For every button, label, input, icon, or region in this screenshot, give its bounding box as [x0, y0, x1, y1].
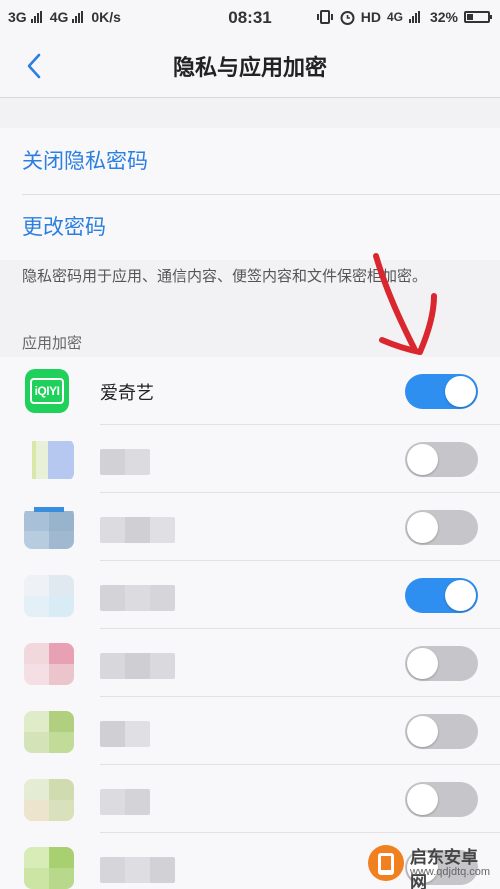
blurred-app-icon	[24, 507, 74, 549]
app-lock-toggle[interactable]	[405, 374, 478, 409]
blurred-app-icon	[32, 441, 74, 479]
blurred-app-name	[100, 721, 150, 747]
app-list: iQIYI 爱奇艺	[0, 357, 500, 889]
nav-bar: 隐私与应用加密	[0, 34, 500, 98]
watermark: 启东安卓网 www.qdjdtq.com	[366, 841, 494, 889]
list-item	[0, 425, 500, 493]
list-item	[0, 765, 500, 833]
hd-label: HD	[360, 9, 381, 25]
app-encryption-header: 应用加密	[22, 334, 83, 352]
signal-icon	[408, 11, 420, 23]
app-name: 爱奇艺	[100, 383, 154, 404]
list-item: iQIYI 爱奇艺	[0, 357, 500, 425]
battery-icon	[464, 11, 492, 23]
section-gap	[0, 98, 500, 128]
toggle-knob	[407, 784, 438, 815]
app-lock-toggle[interactable]	[405, 646, 478, 681]
blurred-app-name	[100, 789, 150, 815]
close-privacy-password-item[interactable]: 关闭隐私密码	[0, 128, 500, 194]
iqiyi-icon: iQIYI	[25, 369, 69, 413]
app-lock-toggle[interactable]	[405, 714, 478, 749]
password-description: 隐私密码用于应用、通信内容、便签内容和文件保密柜加密。	[22, 267, 428, 285]
list-item	[0, 561, 500, 629]
toggle-knob	[407, 512, 438, 543]
blurred-app-icon	[24, 575, 74, 617]
app-lock-toggle[interactable]	[405, 782, 478, 817]
vibrate-icon	[316, 10, 333, 24]
status-bar: 3G 4G 0K/s 08:31 HD 4G 32%	[0, 0, 500, 34]
page-title: 隐私与应用加密	[172, 56, 327, 81]
toggle-knob	[407, 648, 438, 679]
blurred-app-name	[100, 653, 175, 679]
blurred-app-name	[100, 857, 175, 883]
list-item	[0, 493, 500, 561]
blurred-app-name	[100, 449, 150, 475]
change-password-item[interactable]: 更改密码	[0, 194, 500, 260]
toggle-knob	[445, 376, 476, 407]
network-type: 4G	[386, 10, 403, 24]
watermark-url: www.qdjdtq.com	[410, 866, 491, 878]
blurred-app-icon	[24, 779, 74, 821]
watermark-logo-icon	[368, 845, 404, 881]
list-item	[0, 697, 500, 765]
battery-percent: 32%	[429, 9, 458, 25]
status-right: HD 4G 32%	[316, 9, 492, 25]
password-settings: 关闭隐私密码 更改密码	[0, 128, 500, 260]
blurred-app-name	[100, 517, 175, 543]
blurred-app-icon	[24, 643, 74, 685]
app-lock-toggle[interactable]	[405, 442, 478, 477]
alarm-icon	[340, 10, 355, 25]
list-item	[0, 629, 500, 697]
blurred-app-name	[100, 585, 175, 611]
blurred-app-icon	[24, 711, 74, 753]
app-lock-toggle[interactable]	[405, 578, 478, 613]
app-lock-toggle[interactable]	[405, 510, 478, 545]
toggle-knob	[445, 580, 476, 611]
toggle-knob	[407, 716, 438, 747]
blurred-app-icon	[24, 847, 74, 889]
toggle-knob	[407, 444, 438, 475]
